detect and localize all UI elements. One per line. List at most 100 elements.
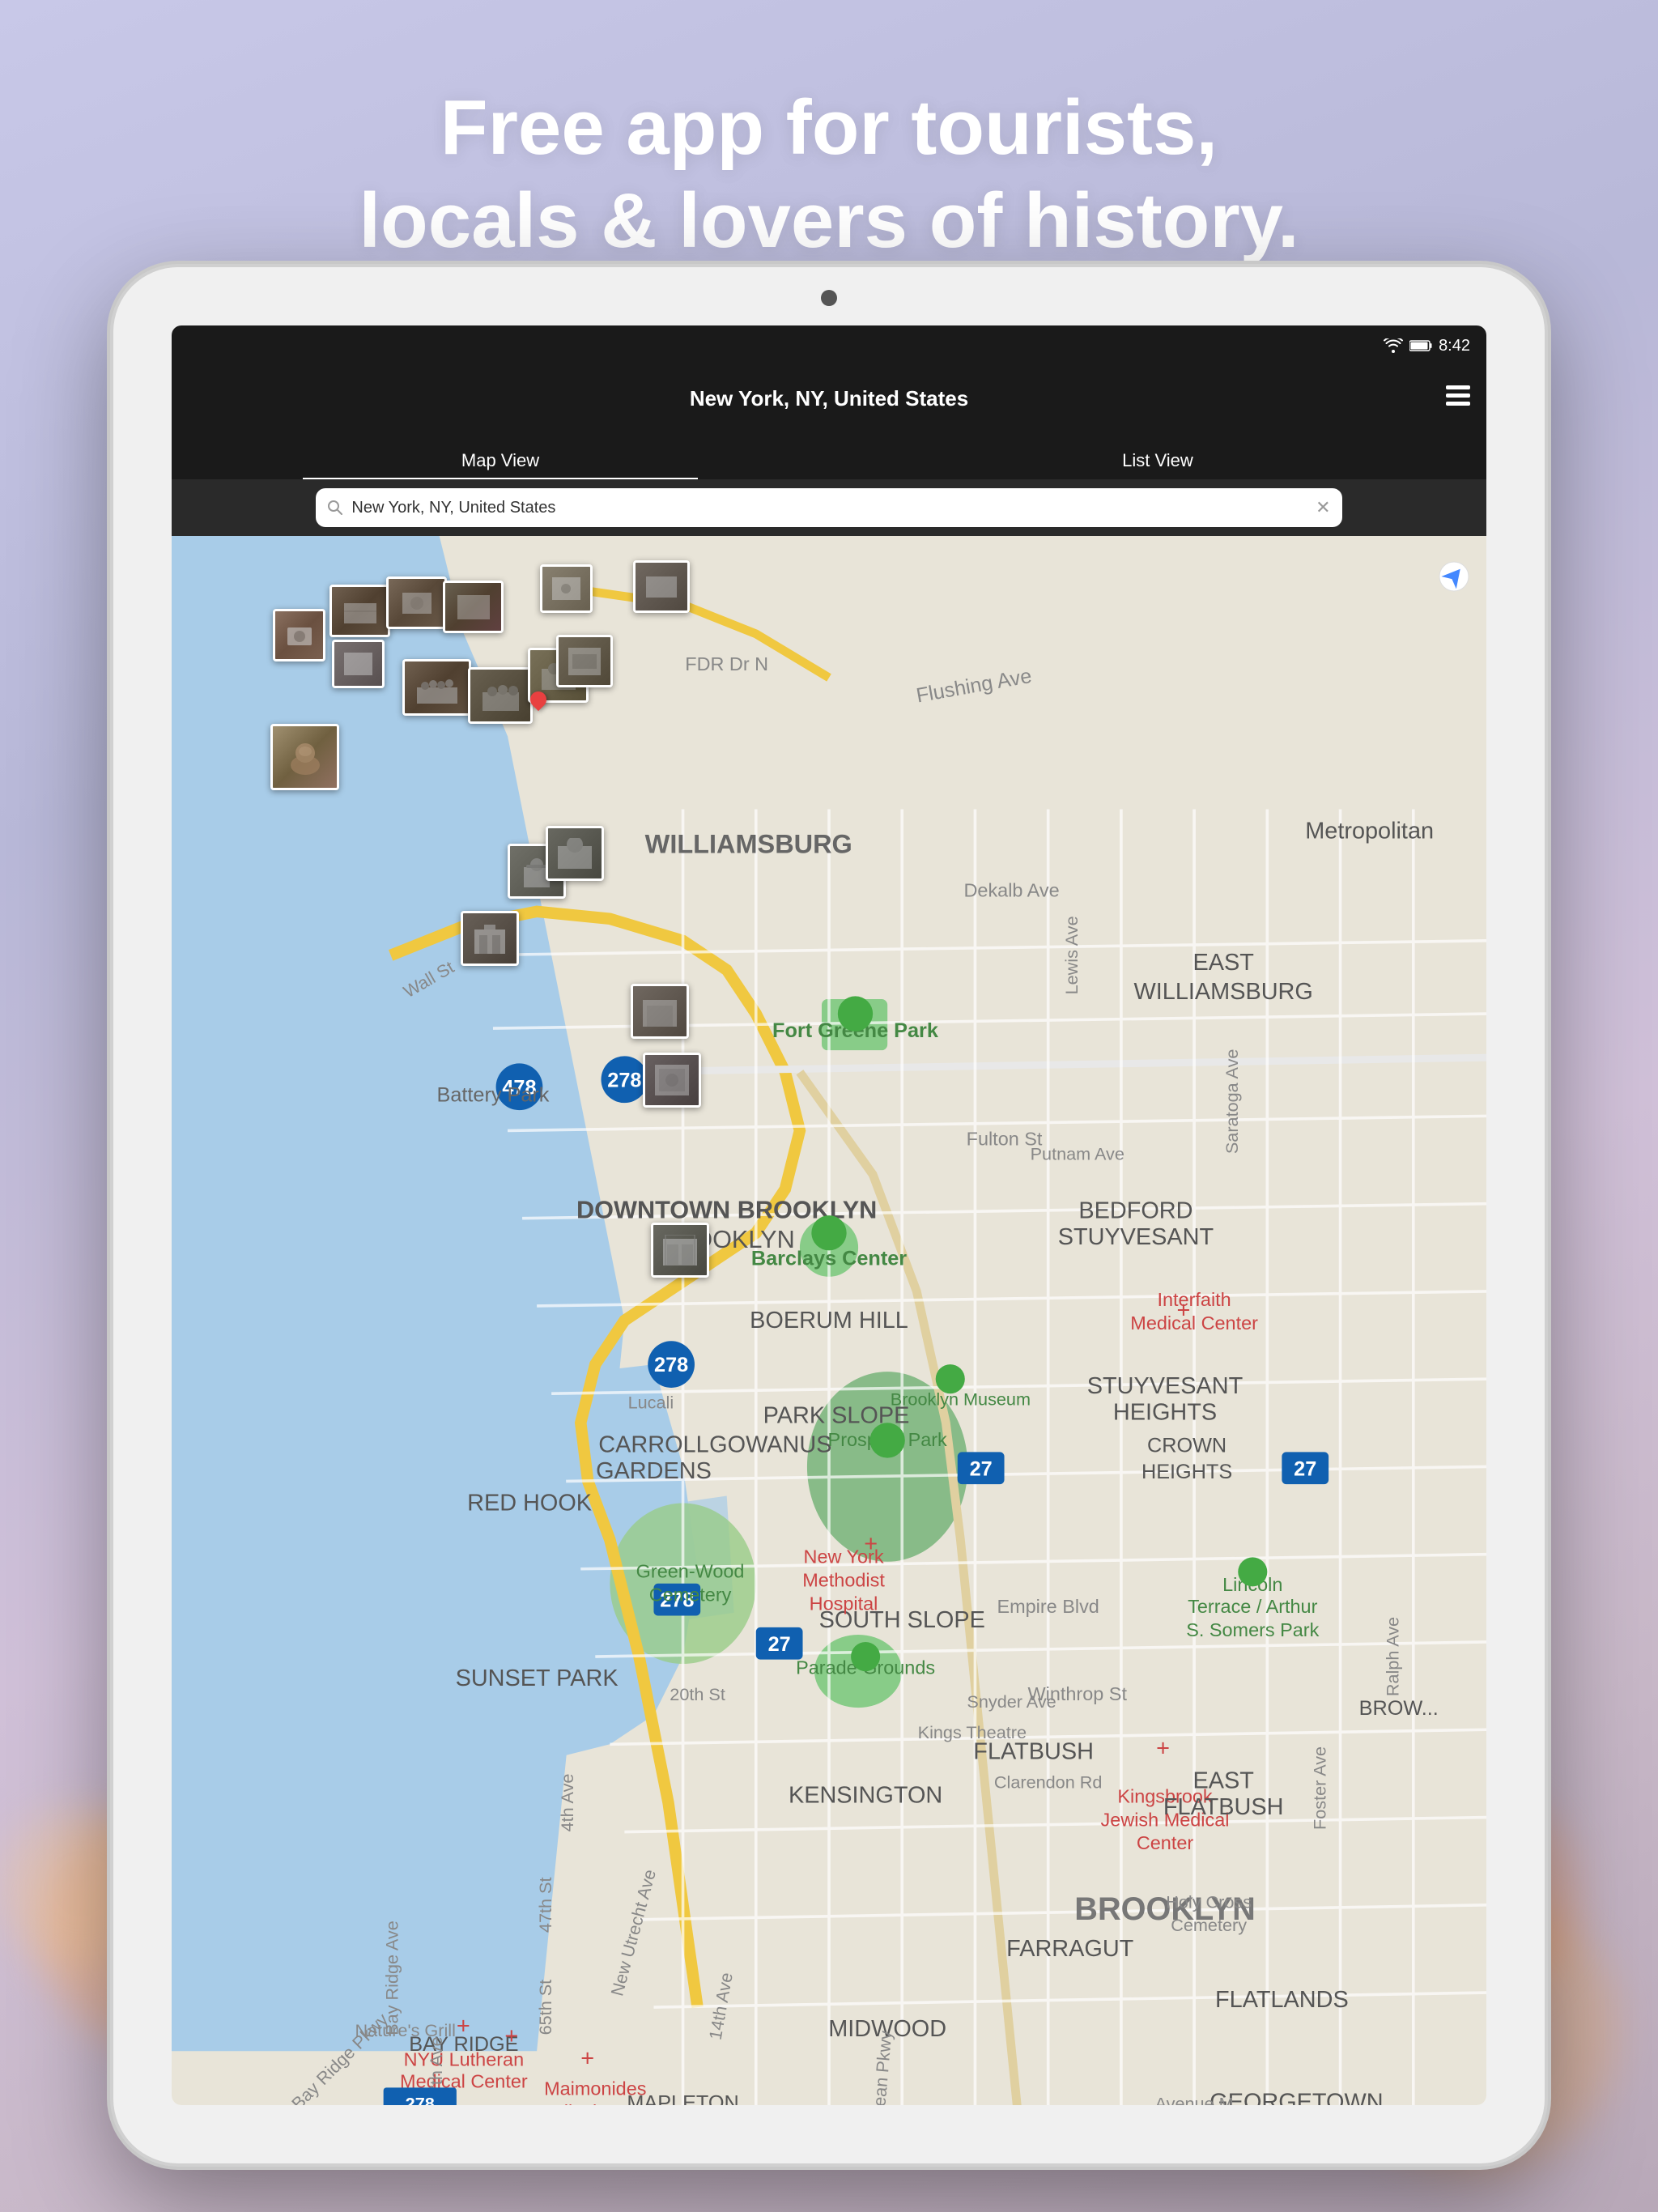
svg-text:278: 278 xyxy=(654,1354,688,1376)
svg-text:Holy Cross: Holy Cross xyxy=(1166,1891,1252,1912)
svg-text:Brooklyn Museum: Brooklyn Museum xyxy=(891,1389,1031,1410)
svg-text:65th St: 65th St xyxy=(535,1980,555,2035)
svg-text:Putnam Ave: Putnam Ave xyxy=(1031,1144,1124,1164)
battery-icon xyxy=(1409,340,1432,351)
map-photo-11[interactable] xyxy=(556,635,613,687)
svg-text:+: + xyxy=(1176,1297,1190,1323)
svg-text:Dekalb Ave: Dekalb Ave xyxy=(963,880,1059,901)
map-photo-16[interactable] xyxy=(631,984,689,1039)
map-photo-12[interactable] xyxy=(270,724,339,790)
map-photo-4[interactable] xyxy=(443,581,504,633)
svg-text:S. Somers Park: S. Somers Park xyxy=(1186,1619,1319,1640)
svg-text:Cemetery: Cemetery xyxy=(1171,1915,1247,1935)
map-location-pin xyxy=(530,691,546,708)
svg-text:4th Ave: 4th Ave xyxy=(557,1774,577,1832)
svg-text:CROWN: CROWN xyxy=(1147,1434,1226,1457)
svg-text:Kings Theatre: Kings Theatre xyxy=(918,1722,1027,1742)
map-photo-1[interactable] xyxy=(273,609,325,661)
svg-text:+: + xyxy=(864,1531,878,1557)
svg-text:KENSINGTON: KENSINGTON xyxy=(789,1782,942,1808)
svg-text:Saratoga Ave: Saratoga Ave xyxy=(1222,1049,1242,1155)
ipad-camera xyxy=(821,290,837,306)
map-photo-14[interactable] xyxy=(546,826,604,881)
svg-text:Medical Center: Medical Center xyxy=(531,2101,659,2105)
svg-text:20th St: 20th St xyxy=(670,1684,725,1704)
svg-text:FLATBUSH: FLATBUSH xyxy=(973,1738,1094,1764)
svg-text:Lucali: Lucali xyxy=(628,1392,674,1412)
map-photo-9[interactable] xyxy=(468,667,533,724)
svg-text:27: 27 xyxy=(970,1457,993,1480)
map-photo-6[interactable] xyxy=(633,560,690,613)
svg-text:Foster Ave: Foster Ave xyxy=(1310,1746,1330,1830)
map-photo-7[interactable] xyxy=(332,640,385,688)
map-photo-8[interactable] xyxy=(402,659,471,716)
svg-text:Avenue M: Avenue M xyxy=(1155,2093,1234,2105)
map-photo-5[interactable] xyxy=(540,564,593,613)
map-photo-2[interactable] xyxy=(329,585,390,637)
svg-text:278: 278 xyxy=(607,1069,641,1091)
search-icon xyxy=(327,500,343,516)
hero-line1: Free app for tourists, xyxy=(162,81,1496,174)
tab-bar: Map View List View xyxy=(172,431,1486,479)
svg-text:Snyder Ave: Snyder Ave xyxy=(967,1691,1056,1712)
svg-text:NYU Lutheran: NYU Lutheran xyxy=(404,2048,525,2069)
hero-text: Free app for tourists, locals & lovers o… xyxy=(0,81,1658,267)
nav-bar: New York, NY, United States xyxy=(172,366,1486,431)
svg-text:FLATBUSH: FLATBUSH xyxy=(1163,1794,1284,1820)
svg-text:SUNSET PARK: SUNSET PARK xyxy=(456,1665,619,1691)
svg-text:WILLIAMSBURG: WILLIAMSBURG xyxy=(1134,979,1313,1005)
svg-text:WILLIAMSBURG: WILLIAMSBURG xyxy=(645,830,852,859)
tab-map-view[interactable]: Map View xyxy=(172,450,829,474)
svg-text:STUYVESANT: STUYVESANT xyxy=(1058,1224,1214,1250)
svg-text:47th St: 47th St xyxy=(535,1877,555,1933)
svg-text:Metropolitan: Metropolitan xyxy=(1305,819,1434,844)
svg-text:Empire Blvd: Empire Blvd xyxy=(997,1596,1099,1617)
map-photo-3[interactable] xyxy=(386,576,447,629)
svg-text:Barclays Center: Barclays Center xyxy=(751,1247,907,1270)
time-display: 8:42 xyxy=(1439,337,1470,355)
svg-text:Center: Center xyxy=(1137,1832,1194,1853)
svg-text:Lewis Ave: Lewis Ave xyxy=(1061,916,1082,994)
map-photo-17[interactable] xyxy=(643,1053,701,1108)
map-svg: 278 278 478 27 27 27 278 WILLIAMSBURG DO… xyxy=(172,536,1486,2105)
ipad-frame: 8:42 New York, NY, United States Map Vie… xyxy=(113,267,1545,2163)
svg-text:278: 278 xyxy=(406,2093,435,2105)
search-input[interactable]: New York, NY, United States xyxy=(351,499,1307,517)
search-area: New York, NY, United States ✕ xyxy=(172,479,1486,536)
svg-text:HEIGHTS: HEIGHTS xyxy=(1141,1461,1232,1483)
map-photo-15[interactable] xyxy=(461,911,519,966)
map-photo-18[interactable] xyxy=(651,1223,709,1278)
svg-text:Hospital: Hospital xyxy=(810,1593,878,1614)
svg-text:Battery Park: Battery Park xyxy=(437,1083,550,1106)
svg-text:Maimonides: Maimonides xyxy=(544,2078,646,2099)
svg-text:+: + xyxy=(580,2045,594,2071)
svg-text:+: + xyxy=(1156,1736,1170,1762)
list-button[interactable] xyxy=(1446,385,1470,412)
svg-text:CARROLL: CARROLL xyxy=(598,1431,708,1457)
svg-text:GARDENS: GARDENS xyxy=(596,1458,712,1484)
svg-text:Cemetery: Cemetery xyxy=(649,1584,732,1605)
svg-text:BEDFORD: BEDFORD xyxy=(1078,1198,1192,1224)
svg-text:Clarendon Rd: Clarendon Rd xyxy=(994,1772,1103,1792)
svg-text:Methodist: Methodist xyxy=(802,1569,885,1590)
svg-text:27: 27 xyxy=(1294,1457,1316,1480)
wifi-icon xyxy=(1384,338,1403,353)
svg-text:GOWANUS: GOWANUS xyxy=(709,1431,831,1457)
tab-list-view[interactable]: List View xyxy=(829,450,1486,474)
svg-text:GEORGETOWN: GEORGETOWN xyxy=(1209,2089,1383,2105)
search-container: New York, NY, United States ✕ xyxy=(316,488,1341,527)
svg-text:Ralph Ave: Ralph Ave xyxy=(1383,1617,1403,1696)
nav-title: New York, NY, United States xyxy=(690,386,968,411)
svg-text:EAST: EAST xyxy=(1193,950,1254,976)
map-container[interactable]: 278 278 478 27 27 27 278 WILLIAMSBURG DO… xyxy=(172,536,1486,2105)
svg-text:Interfaith: Interfaith xyxy=(1158,1289,1231,1310)
svg-text:+: + xyxy=(504,2023,518,2049)
svg-text:BOERUM HILL: BOERUM HILL xyxy=(750,1308,908,1334)
svg-text:HEIGHTS: HEIGHTS xyxy=(1113,1400,1217,1426)
ipad-screen: 8:42 New York, NY, United States Map Vie… xyxy=(172,325,1486,2105)
search-clear-button[interactable]: ✕ xyxy=(1316,497,1330,518)
svg-text:Medical Center: Medical Center xyxy=(1130,1312,1258,1334)
svg-text:STUYVESANT: STUYVESANT xyxy=(1087,1373,1243,1399)
location-button[interactable] xyxy=(1438,560,1470,597)
svg-text:Terrace / Arthur: Terrace / Arthur xyxy=(1188,1596,1317,1617)
